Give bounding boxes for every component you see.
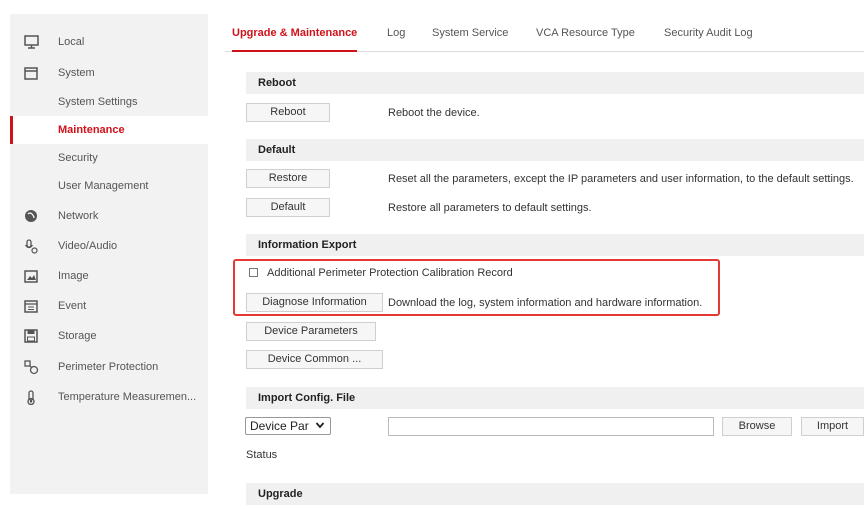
highlight-box — [233, 259, 720, 316]
sidebar-item-label: Local — [58, 36, 85, 48]
section-default-header: Default — [246, 139, 864, 161]
sidebar-item-user-management[interactable]: User Management — [10, 172, 208, 200]
section-reboot-header: Reboot — [246, 72, 864, 94]
sidebar-item-label: System — [58, 67, 95, 79]
sidebar-item-system[interactable]: System — [10, 59, 208, 87]
section-title: Default — [258, 144, 296, 156]
sidebar-item-video-audio[interactable]: Video/Audio — [10, 232, 208, 260]
thermometer-icon — [23, 389, 39, 405]
sidebar-item-network[interactable]: Network — [10, 202, 208, 230]
audio-icon — [23, 238, 39, 254]
device-parameters-button[interactable]: Device Parameters — [246, 322, 376, 341]
sidebar-item-label: Network — [58, 210, 99, 222]
section-upgrade-header: Upgrade — [246, 483, 864, 505]
section-title: Reboot — [258, 77, 296, 89]
restore-description: Reset all the parameters, except the IP … — [388, 173, 854, 185]
globe-icon — [23, 208, 39, 224]
calendar-icon — [23, 298, 39, 314]
import-button[interactable]: Import — [801, 417, 864, 436]
sidebar-item-system-settings[interactable]: System Settings — [10, 88, 208, 116]
section-information-export-header: Information Export — [246, 234, 864, 256]
perimeter-icon — [23, 359, 39, 375]
sidebar-item-label: Temperature Measuremen... — [58, 391, 197, 403]
sidebar-item-security[interactable]: Security — [10, 144, 208, 172]
sidebar-item-perimeter-protection[interactable]: Perimeter Protection — [10, 353, 208, 381]
reboot-button[interactable]: Reboot — [246, 103, 330, 122]
tab-upgrade-maintenance[interactable]: Upgrade & Maintenance — [232, 18, 358, 52]
sidebar-item-label: Perimeter Protection — [58, 361, 159, 373]
config-type-select[interactable]: Device Par — [245, 417, 331, 435]
status-label: Status — [246, 449, 278, 461]
sidebar-item-storage[interactable]: Storage — [10, 322, 208, 350]
sidebar-item-label: Maintenance — [58, 124, 125, 136]
sidebar: Local System System Settings Maintenance… — [10, 14, 208, 494]
sidebar-item-label: Video/Audio — [58, 240, 118, 252]
sidebar-item-image[interactable]: Image — [10, 262, 208, 290]
tab-log[interactable]: Log — [387, 18, 405, 51]
restore-button[interactable]: Restore — [246, 169, 330, 188]
sidebar-item-label: Event — [58, 300, 87, 312]
monitor-icon — [23, 34, 39, 50]
browse-button[interactable]: Browse — [722, 417, 792, 436]
window-icon — [23, 65, 39, 81]
sidebar-item-event[interactable]: Event — [10, 292, 208, 320]
section-title: Information Export — [258, 239, 357, 251]
sidebar-item-maintenance[interactable]: Maintenance — [10, 116, 208, 144]
image-icon — [23, 268, 39, 284]
default-description: Restore all parameters to default settin… — [388, 202, 592, 214]
tab-security-audit-log[interactable]: Security Audit Log — [664, 18, 753, 51]
sidebar-item-label: Image — [58, 270, 89, 282]
section-title: Import Config. File — [258, 392, 356, 404]
sidebar-item-local[interactable]: Local — [10, 28, 208, 56]
chevron-down-icon — [315, 420, 325, 433]
sidebar-item-label: Storage — [58, 330, 97, 342]
sidebar-item-temperature-measurement[interactable]: Temperature Measuremen... — [10, 383, 208, 411]
sidebar-item-label: Security — [58, 152, 98, 164]
sidebar-item-label: System Settings — [58, 96, 138, 108]
tab-bar: Upgrade & Maintenance Log System Service… — [225, 18, 864, 52]
select-value: Device Par — [250, 419, 309, 433]
section-title: Upgrade — [258, 488, 303, 500]
config-file-path-input[interactable] — [388, 417, 714, 436]
tab-vca-resource-type[interactable]: VCA Resource Type — [536, 18, 635, 51]
sidebar-item-label: User Management — [58, 180, 149, 192]
tab-system-service[interactable]: System Service — [432, 18, 508, 51]
section-import-config-header: Import Config. File — [246, 387, 864, 409]
reboot-description: Reboot the device. — [388, 107, 480, 119]
default-button[interactable]: Default — [246, 198, 330, 217]
storage-icon — [23, 328, 39, 344]
device-common-button[interactable]: Device Common ... — [246, 350, 383, 369]
